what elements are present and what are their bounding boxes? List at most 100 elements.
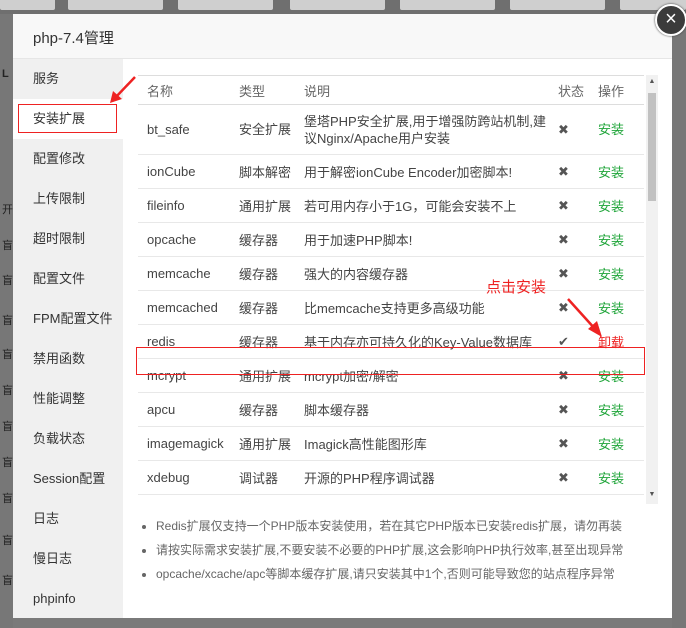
redis-row-highlight xyxy=(136,347,645,375)
ext-type: 缓存器 xyxy=(230,256,295,291)
ext-desc: Imagick高性能图形库 xyxy=(295,426,549,461)
ext-type: 安全扩展 xyxy=(230,104,295,155)
sidebar-item-config-file[interactable]: 配置文件 xyxy=(13,259,123,299)
scroll-up-arrow-icon[interactable]: ▲ xyxy=(648,77,656,87)
table-row: xdebug 调试器 开源的PHP程序调试器 ✖ 安装 xyxy=(138,460,644,495)
ext-type: 通用扩展 xyxy=(230,188,295,223)
background-mark: 盲 xyxy=(2,535,13,547)
background-button xyxy=(290,0,385,10)
ext-type: 缓存器 xyxy=(230,392,295,427)
background-button xyxy=(0,0,55,10)
header-action: 操作 xyxy=(589,76,644,105)
sidebar-item-slow-log[interactable]: 慢日志 xyxy=(13,539,123,579)
sidebar-item-phpinfo[interactable]: phpinfo xyxy=(13,579,123,619)
background-mark: L xyxy=(2,68,9,80)
ext-name: xdebug xyxy=(138,460,230,495)
install-link[interactable]: 安装 xyxy=(598,437,624,452)
install-link[interactable]: 安装 xyxy=(598,301,624,316)
background-mark: 开 xyxy=(2,204,13,216)
background-mark: 盲 xyxy=(2,575,13,587)
close-icon[interactable]: × xyxy=(655,4,686,36)
ext-desc: 堡塔PHP安全扩展,用于增强防跨站机制,建议Nginx/Apache用户安装 xyxy=(295,104,549,155)
ext-desc: 开源的PHP程序调试器 xyxy=(295,460,549,495)
ext-type: 缓存器 xyxy=(230,290,295,325)
install-link[interactable]: 安装 xyxy=(598,165,624,180)
sidebar: 服务 安装扩展 配置修改 上传限制 超时限制 配置文件 FPM配置文件 禁用函数… xyxy=(13,59,123,618)
scroll-down-arrow-icon[interactable]: ▼ xyxy=(648,490,656,500)
ext-name: memcache xyxy=(138,256,230,291)
sidebar-item-log[interactable]: 日志 xyxy=(13,499,123,539)
note-item: Redis扩展仅支持一个PHP版本安装使用，若在其它PHP版本已安装redis扩… xyxy=(156,514,658,538)
table-row: ionCube 脚本解密 用于解密ionCube Encoder加密脚本! ✖ … xyxy=(138,154,644,189)
not-installed-icon: ✖ xyxy=(558,231,569,247)
ext-name: ionCube xyxy=(138,154,230,189)
background-right-strip xyxy=(672,14,686,628)
note-item: opcache/xcache/apc等脚本缓存扩展,请只安装其中1个,否则可能导… xyxy=(156,562,658,586)
note-item: 请按实际需求安装扩展,不要安装不必要的PHP扩展,这会影响PHP执行效率,甚至出… xyxy=(156,538,658,562)
ext-type: 脚本解密 xyxy=(230,154,295,189)
scroll-thumb[interactable] xyxy=(648,93,656,201)
sidebar-item-performance[interactable]: 性能调整 xyxy=(13,379,123,419)
table-scrollbar[interactable]: ▲ ▼ xyxy=(646,75,658,504)
ext-name: opcache xyxy=(138,222,230,257)
ext-type: 缓存器 xyxy=(230,222,295,257)
background-toolbar xyxy=(0,0,686,14)
install-link[interactable]: 安装 xyxy=(598,403,624,418)
background-mark: 盲 xyxy=(2,457,13,469)
not-installed-icon: ✖ xyxy=(558,401,569,417)
background-mark: 盲 xyxy=(2,240,13,252)
sidebar-item-session[interactable]: Session配置 xyxy=(13,459,123,499)
background-mark: 盲 xyxy=(2,275,13,287)
background-button xyxy=(400,0,495,10)
not-installed-icon: ✖ xyxy=(558,265,569,281)
install-extension-highlight xyxy=(18,104,117,133)
sidebar-item-upload-limit[interactable]: 上传限制 xyxy=(13,179,123,219)
sidebar-item-fpm-config[interactable]: FPM配置文件 xyxy=(13,299,123,339)
extension-table-container[interactable]: 名称 类型 说明 状态 操作 bt_safe 安全扩展 堡塔PHP安全扩展,用于… xyxy=(138,75,644,505)
sidebar-item-load-status[interactable]: 负载状态 xyxy=(13,419,123,459)
header-status: 状态 xyxy=(549,76,589,105)
sidebar-item-service[interactable]: 服务 xyxy=(13,59,123,99)
table-header-row: 名称 类型 说明 状态 操作 xyxy=(138,76,644,105)
ext-name: fileinfo xyxy=(138,188,230,223)
ext-desc: 脚本缓存器 xyxy=(295,392,549,427)
ext-desc: 用于加速PHP脚本! xyxy=(295,222,549,257)
install-link[interactable]: 安装 xyxy=(598,122,624,137)
extension-table: 名称 类型 说明 状态 操作 bt_safe 安全扩展 堡塔PHP安全扩展,用于… xyxy=(138,76,644,495)
table-row: opcache 缓存器 用于加速PHP脚本! ✖ 安装 xyxy=(138,222,644,257)
table-row: fileinfo 通用扩展 若可用内存小于1G，可能会安装不上 ✖ 安装 xyxy=(138,188,644,223)
table-row: apcu 缓存器 脚本缓存器 ✖ 安装 xyxy=(138,392,644,427)
header-desc: 说明 xyxy=(295,76,549,105)
dialog-header: php-7.4管理 xyxy=(13,14,672,59)
background-mark: 盲 xyxy=(2,315,13,327)
sidebar-item-config-edit[interactable]: 配置修改 xyxy=(13,139,123,179)
install-link[interactable]: 安装 xyxy=(598,199,624,214)
sidebar-item-timeout-limit[interactable]: 超时限制 xyxy=(13,219,123,259)
ext-type: 调试器 xyxy=(230,460,295,495)
notes-list: Redis扩展仅支持一个PHP版本安装使用，若在其它PHP版本已安装redis扩… xyxy=(138,514,658,586)
header-type: 类型 xyxy=(230,76,295,105)
table-row: bt_safe 安全扩展 堡塔PHP安全扩展,用于增强防跨站机制,建议Nginx… xyxy=(138,104,644,155)
background-mark: 盲 xyxy=(2,421,13,433)
not-installed-icon: ✖ xyxy=(558,469,569,485)
ext-type: 通用扩展 xyxy=(230,426,295,461)
background-mark: 盲 xyxy=(2,385,13,397)
table-row: imagemagick 通用扩展 Imagick高性能图形库 ✖ 安装 xyxy=(138,426,644,461)
ext-desc: 用于解密ionCube Encoder加密脚本! xyxy=(295,154,549,189)
ext-desc: 若可用内存小于1G，可能会安装不上 xyxy=(295,188,549,223)
install-link[interactable]: 安装 xyxy=(598,471,624,486)
background-mark: 盲 xyxy=(2,349,13,361)
background-button xyxy=(68,0,163,10)
background-left-strip: L 开 盲 盲 盲 盲 盲 盲 盲 盲 盲 盲 xyxy=(0,14,13,628)
sidebar-item-disabled-functions[interactable]: 禁用函数 xyxy=(13,339,123,379)
not-installed-icon: ✖ xyxy=(558,122,569,137)
install-link[interactable]: 安装 xyxy=(598,267,624,282)
not-installed-icon: ✖ xyxy=(558,163,569,179)
table-row: memcached 缓存器 比memcache支持更多高级功能 ✖ 安装 xyxy=(138,290,644,325)
header-name: 名称 xyxy=(138,76,230,105)
not-installed-icon: ✖ xyxy=(558,197,569,213)
not-installed-icon: ✖ xyxy=(558,299,569,315)
ext-name: imagemagick xyxy=(138,426,230,461)
install-link[interactable]: 安装 xyxy=(598,233,624,248)
background-button xyxy=(178,0,273,10)
